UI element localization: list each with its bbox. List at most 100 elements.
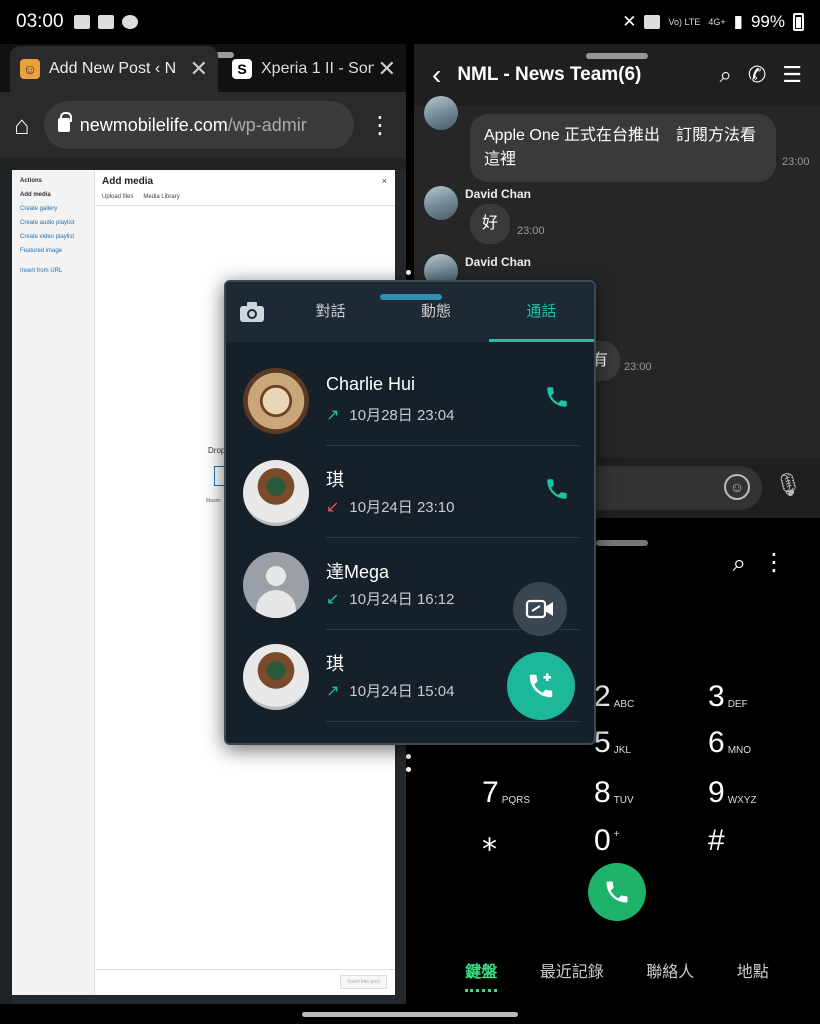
window-handle[interactable] bbox=[596, 540, 648, 546]
key-3[interactable]: 3 DEF bbox=[708, 668, 808, 712]
image-icon bbox=[97, 15, 114, 29]
window-handle[interactable] bbox=[586, 53, 648, 59]
close-modal-icon[interactable]: × bbox=[382, 176, 387, 186]
tab-recents[interactable]: 最近記錄 bbox=[540, 958, 604, 982]
key-8[interactable]: 8 TUV bbox=[594, 764, 694, 808]
action-insert-from-url[interactable]: Insert from URL bbox=[20, 268, 86, 274]
drag-dots[interactable] bbox=[406, 754, 412, 772]
search-icon[interactable]: ⌕ bbox=[733, 550, 746, 578]
divider bbox=[96, 205, 395, 206]
key-6[interactable]: 6 MNO bbox=[708, 714, 808, 758]
phone-icon[interactable] bbox=[544, 384, 570, 415]
url-path: /wp-admir bbox=[227, 114, 307, 135]
more-menu-icon[interactable]: ⋮ bbox=[368, 111, 392, 140]
action-featured-image[interactable]: Featured image bbox=[20, 248, 86, 254]
key-digit: 5 bbox=[594, 726, 611, 759]
message-bubble[interactable]: 好 bbox=[470, 204, 511, 244]
home-gesture-bar[interactable] bbox=[302, 1012, 518, 1017]
key-digit: # bbox=[708, 824, 725, 857]
caller-name: Charlie Hui bbox=[326, 374, 416, 394]
camera-icon[interactable] bbox=[226, 301, 278, 323]
action-add-media[interactable]: Add media bbox=[20, 192, 86, 198]
key-digit: 9 bbox=[708, 776, 725, 809]
key-0[interactable]: 0 + bbox=[594, 812, 694, 856]
media-modal-title: Add media bbox=[102, 176, 154, 187]
key-letters: WXYZ bbox=[727, 795, 757, 806]
call-date: 10月28日 23:04 bbox=[349, 407, 455, 424]
home-icon[interactable]: ⌂ bbox=[14, 110, 30, 141]
key-2[interactable]: 2 ABC bbox=[594, 668, 694, 712]
call-list-item[interactable]: Charlie Hui ↗ 10月28日 23:04 bbox=[226, 354, 594, 446]
tab-xperia[interactable]: S Xperia 1 II - Sony M ✕ bbox=[222, 46, 406, 92]
mic-icon[interactable]: 🎙 bbox=[774, 472, 802, 498]
caller-name: 達Mega bbox=[326, 562, 390, 582]
actions-heading: Actions bbox=[20, 178, 43, 184]
battery-percent: 99% bbox=[750, 12, 785, 31]
status-bar: 03:00 ✕ Vo) LTE 4G+ ▮ 99% bbox=[0, 0, 820, 44]
add-call-button[interactable] bbox=[507, 652, 575, 720]
key-digit: 8 bbox=[594, 776, 611, 809]
address-bar[interactable]: newmobilelife.com/wp-admir bbox=[43, 101, 354, 149]
key-letters: MNO bbox=[727, 745, 752, 756]
action-create-gallery[interactable]: Create gallery bbox=[20, 206, 86, 212]
emoji-icon[interactable]: ☺ bbox=[724, 474, 750, 500]
tab-contacts[interactable]: 聯絡人 bbox=[646, 958, 694, 982]
close-tab-icon[interactable]: ✕ bbox=[378, 56, 396, 82]
call-list-item[interactable]: 琪 ↙ 10月24日 23:10 bbox=[226, 446, 594, 538]
avatar[interactable] bbox=[424, 96, 458, 130]
key-digit: ⁎ bbox=[482, 824, 497, 857]
menu-icon[interactable]: ☰ bbox=[782, 62, 802, 88]
tab-calls[interactable]: 通話 bbox=[488, 282, 594, 342]
chat-title: NML - News Team(6) bbox=[457, 64, 642, 85]
call-history-popup: 對話 動態 通話 Charlie Hui ↗ 10月28日 23:04 琪 ↙ 10… bbox=[224, 280, 596, 745]
search-icon[interactable]: ⌕ bbox=[720, 62, 732, 88]
battery-icon bbox=[793, 13, 804, 31]
media-tabs: Upload files Media Library bbox=[102, 194, 180, 200]
network-type: 4G+ bbox=[708, 16, 726, 27]
key-star[interactable]: ⁎ bbox=[482, 812, 582, 856]
sender-name: David Chan bbox=[465, 187, 532, 201]
tab-media-library[interactable]: Media Library bbox=[143, 194, 179, 200]
key-9[interactable]: 9 WXYZ bbox=[708, 764, 808, 808]
video-call-link-button[interactable] bbox=[513, 582, 567, 636]
tab-chats[interactable]: 對話 bbox=[278, 282, 383, 342]
avatar bbox=[243, 644, 309, 710]
key-digit: 7 bbox=[482, 776, 499, 809]
action-create-audio-playlist[interactable]: Create audio playlist bbox=[20, 220, 86, 226]
key-letters: PQRS bbox=[501, 795, 531, 806]
key-5[interactable]: 5 JKL bbox=[594, 714, 694, 758]
call-date: 10月24日 15:04 bbox=[349, 683, 455, 700]
key-letters: + bbox=[613, 829, 620, 840]
wp-admin-bar bbox=[0, 158, 406, 170]
drop-text: Drop bbox=[208, 446, 226, 455]
message-time: 23:00 bbox=[517, 225, 545, 237]
action-create-video-playlist[interactable]: Create video playlist bbox=[20, 234, 86, 240]
tab-timeline[interactable]: 動態 bbox=[383, 282, 488, 342]
call-button[interactable] bbox=[588, 863, 646, 921]
tab-keypad[interactable]: 鍵盤 bbox=[465, 958, 498, 992]
back-icon[interactable]: ‹ bbox=[432, 59, 441, 91]
avatar bbox=[243, 368, 309, 434]
key-letters: DEF bbox=[727, 699, 748, 710]
wp-admin-sidebar bbox=[0, 170, 12, 1004]
tab-places[interactable]: 地點 bbox=[737, 958, 769, 982]
close-tab-icon[interactable]: ✕ bbox=[190, 56, 208, 82]
tab-add-new-post[interactable]: ☺ Add New Post ‹ N ✕ bbox=[10, 46, 218, 92]
avatar[interactable] bbox=[424, 186, 458, 220]
avatar bbox=[243, 460, 309, 526]
insert-into-post-button[interactable]: Insert into post bbox=[340, 975, 387, 989]
message-bubble[interactable]: Apple One 正式在台推出 訂閱方法看這裡 bbox=[470, 114, 776, 182]
key-hash[interactable]: # bbox=[708, 812, 808, 856]
phone-icon[interactable]: ✆ bbox=[748, 62, 766, 88]
drag-dots[interactable] bbox=[406, 270, 412, 275]
popup-tab-bar: 對話 動態 通話 bbox=[226, 282, 594, 342]
key-7[interactable]: 7 PQRS bbox=[482, 764, 582, 808]
phone-icon[interactable] bbox=[544, 476, 570, 507]
call-date: 10月24日 23:10 bbox=[349, 499, 455, 516]
notification-icon bbox=[121, 15, 138, 29]
tab-upload-files[interactable]: Upload files bbox=[102, 194, 133, 200]
more-menu-icon[interactable]: ⋮ bbox=[762, 548, 786, 577]
window-handle[interactable] bbox=[380, 294, 442, 300]
nfc-icon bbox=[644, 15, 661, 29]
outgoing-call-icon: ↗ bbox=[326, 682, 340, 700]
